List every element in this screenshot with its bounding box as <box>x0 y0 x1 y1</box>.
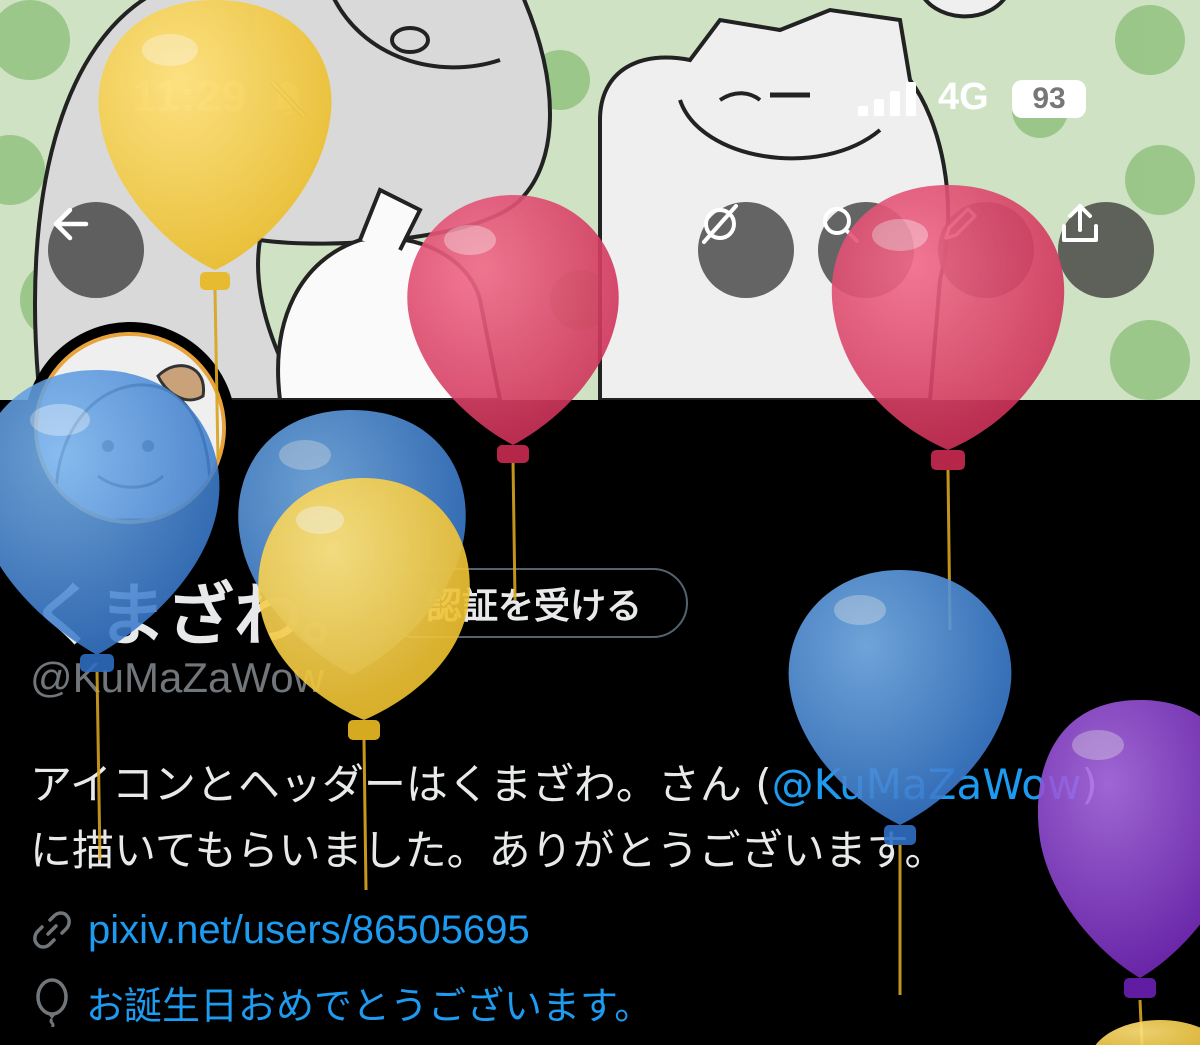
share-icon <box>1062 204 1098 242</box>
battery-indicator: 93 <box>1012 80 1086 118</box>
bio-text-2: ) <box>1081 760 1098 809</box>
share-button[interactable] <box>1058 202 1154 298</box>
user-handle: @KuMaZaWow <box>30 654 324 701</box>
bio-text-1: アイコンとヘッダーはくまざわ。さん ( <box>30 760 772 809</box>
search-icon <box>823 207 859 243</box>
status-time: 11:29 <box>132 72 248 121</box>
avatar-image <box>34 332 226 524</box>
website-link[interactable]: pixiv.net/users/86505695 <box>88 908 530 953</box>
slash-circle-icon <box>702 204 738 244</box>
back-button[interactable] <box>48 202 144 298</box>
status-bar: 11:29 4G 93 <box>0 70 1200 130</box>
pencil-icon <box>944 207 977 240</box>
bio-mention-link[interactable]: @KuMaZaWow <box>772 760 1082 809</box>
edit-button[interactable] <box>938 202 1034 298</box>
get-verified-button[interactable]: 認証を受ける <box>380 568 688 638</box>
avatar[interactable] <box>24 322 236 534</box>
search-button[interactable] <box>818 202 914 298</box>
bio-text-3: に描いてもらいました。ありがとうございます。 <box>30 826 947 875</box>
profile-birthday: お誕生日おめでとうございます。 <box>30 972 652 1032</box>
display-name: くまざわ。 <box>30 577 371 656</box>
arrow-left-icon <box>53 207 89 241</box>
birthday-text: お誕生日おめでとうございます。 <box>86 983 653 1028</box>
balloon-yellow-3 <box>1095 1020 1200 1045</box>
balloon-icon <box>36 978 68 1027</box>
profile-bio: アイコンとヘッダーはくまざわ。さん (@KuMaZaWow) に描いてもらいまし… <box>30 752 1180 884</box>
network-type: 4G <box>938 76 989 118</box>
grok-button[interactable] <box>698 202 794 298</box>
profile-website[interactable]: pixiv.net/users/86505695 <box>30 900 530 960</box>
link-icon <box>33 911 71 949</box>
